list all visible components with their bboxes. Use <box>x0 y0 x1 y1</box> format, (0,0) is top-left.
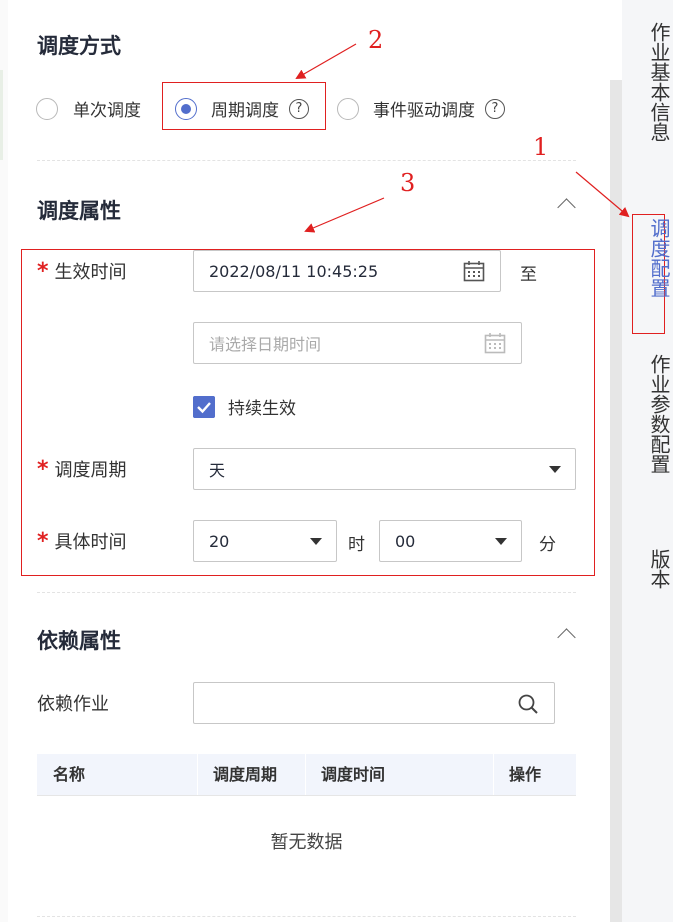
left-edge-stub <box>0 70 3 160</box>
dependency-table-header: 名称 调度周期 调度时间 操作 <box>37 754 576 796</box>
schedule-props-title: 调度属性 <box>37 199 121 223</box>
search-icon[interactable] <box>517 693 539 715</box>
section-divider <box>37 160 576 161</box>
dependency-job-search[interactable] <box>193 682 555 724</box>
required-mark: * <box>37 457 49 482</box>
help-icon[interactable]: ? <box>289 98 309 119</box>
nav-item-params-config[interactable]: 作业参数配置 <box>622 354 673 474</box>
end-time-placeholder: 请选择日期时间 <box>209 335 322 354</box>
main-panel: 调度方式 单次调度 周期调度 ? 事件驱动调度 ? 调度属性 * 生效时间 202… <box>8 0 610 922</box>
start-time-input[interactable]: 2022/08/11 10:45:25 <box>193 250 501 292</box>
start-time-value: 2022/08/11 10:45:25 <box>209 261 379 281</box>
continuous-effect-checkbox[interactable]: 持续生效 <box>193 394 296 419</box>
radio-circle-selected[interactable] <box>175 97 197 120</box>
radio-periodic-schedule[interactable]: 周期调度 ? <box>175 96 309 121</box>
required-mark: * <box>37 529 49 554</box>
radio-circle[interactable] <box>36 97 58 120</box>
hour-select[interactable]: 20 <box>193 520 337 562</box>
nav-item-version[interactable]: 版本 <box>622 549 673 589</box>
effective-time-label: * 生效时间 <box>37 258 127 284</box>
col-action: 操作 <box>509 765 542 784</box>
dependency-title: 依赖属性 <box>37 629 121 653</box>
nav-item-schedule-config[interactable]: 调度配置 <box>622 218 673 298</box>
annotation-number: 1 <box>533 133 549 161</box>
specific-time-text: 具体时间 <box>54 532 127 553</box>
minute-value: 00 <box>395 531 416 551</box>
continuous-label: 持续生效 <box>228 399 296 419</box>
empty-data-text: 暂无数据 <box>270 832 343 853</box>
calendar-icon[interactable] <box>463 260 485 282</box>
to-label: 至 <box>520 265 537 285</box>
dependency-job-label: 依赖作业 <box>37 694 109 715</box>
col-time: 调度时间 <box>321 765 386 784</box>
col-period: 调度周期 <box>213 765 278 784</box>
chevron-up-icon[interactable] <box>557 628 576 647</box>
minute-select[interactable]: 00 <box>379 520 522 562</box>
annotation-number: 3 <box>400 169 416 197</box>
schedule-method-title: 调度方式 <box>37 34 121 58</box>
calendar-icon[interactable] <box>484 332 506 354</box>
help-icon[interactable]: ? <box>485 98 505 119</box>
caret-down-icon <box>310 538 322 545</box>
period-value: 天 <box>209 461 226 480</box>
check-icon[interactable] <box>193 395 215 418</box>
radio-single-schedule[interactable]: 单次调度 <box>36 96 141 121</box>
period-select[interactable]: 天 <box>193 448 576 490</box>
radio-circle[interactable] <box>337 97 359 120</box>
end-time-input[interactable]: 请选择日期时间 <box>193 322 522 364</box>
specific-time-label: * 具体时间 <box>37 528 127 554</box>
column-separator <box>305 754 306 796</box>
period-text: 调度周期 <box>54 460 127 481</box>
nav-item-basic-info[interactable]: 作业基本信息 <box>622 22 673 142</box>
col-name: 名称 <box>53 765 86 784</box>
effective-time-text: 生效时间 <box>54 262 127 283</box>
radio-label: 单次调度 <box>73 101 141 121</box>
annotation-number: 2 <box>368 26 384 54</box>
table-header-border <box>37 795 576 796</box>
scrollbar-track[interactable] <box>610 80 622 922</box>
column-separator <box>493 754 494 796</box>
required-mark: * <box>37 259 49 284</box>
radio-label: 事件驱动调度 <box>373 101 475 121</box>
section-divider <box>37 916 576 917</box>
caret-down-icon <box>549 466 561 473</box>
hour-unit: 时 <box>348 535 365 555</box>
radio-label: 周期调度 <box>211 101 279 121</box>
period-label: * 调度周期 <box>37 456 127 482</box>
section-divider <box>37 592 576 593</box>
minute-unit: 分 <box>539 535 556 555</box>
caret-down-icon <box>495 538 507 545</box>
chevron-up-icon[interactable] <box>557 198 576 217</box>
column-separator <box>197 754 198 796</box>
hour-value: 20 <box>209 531 230 551</box>
radio-event-schedule[interactable]: 事件驱动调度 ? <box>337 96 505 121</box>
right-anchor-nav: 作业基本信息 调度配置 作业参数配置 版本 <box>622 0 673 922</box>
